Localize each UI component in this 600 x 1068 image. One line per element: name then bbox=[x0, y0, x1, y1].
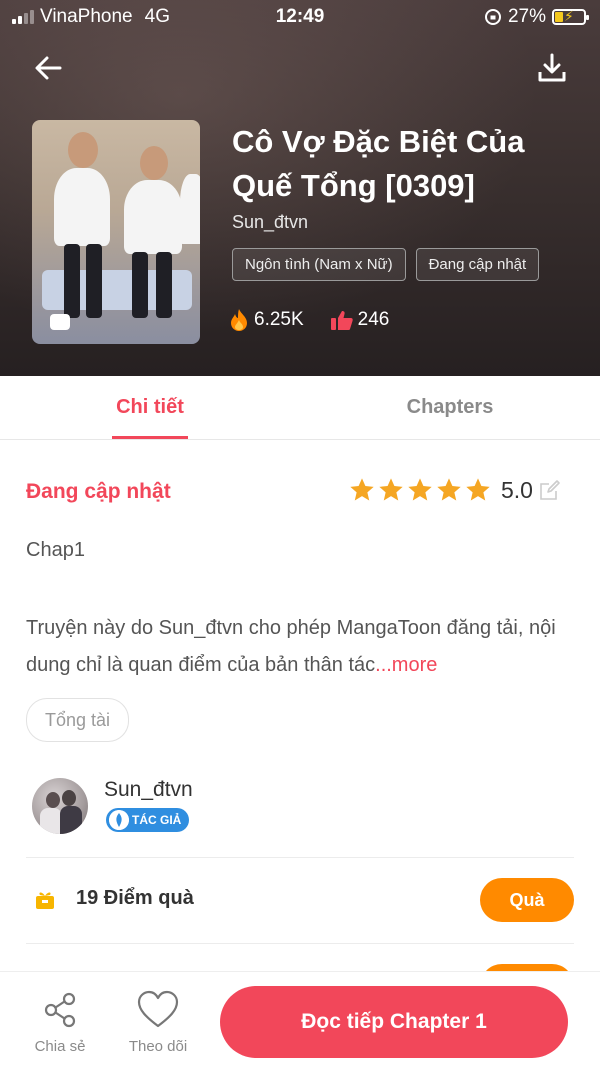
gift-row: 19 Điểm quà Quà bbox=[26, 876, 574, 924]
tag-list: Ngôn tình (Nam x Nữ) Đang cập nhật bbox=[232, 248, 540, 281]
publication-status: Đang cập nhật bbox=[26, 480, 171, 503]
tab-bar: Chi tiết Chapters bbox=[0, 376, 600, 440]
author-row[interactable]: Sun_đtvn TÁC GIẢ bbox=[32, 776, 572, 836]
status-right: 27% ⚡ bbox=[484, 6, 589, 28]
stats-row: 6.25K 246 bbox=[228, 308, 415, 332]
status-tag[interactable]: Đang cập nhật bbox=[415, 248, 540, 281]
edit-icon[interactable] bbox=[539, 479, 561, 501]
star-icon bbox=[437, 478, 461, 501]
continue-reading-button[interactable]: Đọc tiếp Chapter 1 bbox=[220, 986, 568, 1058]
bottom-action-bar: Chia sẻ Theo dõi Đọc tiếp Chapter 1 bbox=[0, 971, 600, 1068]
status-bar: VinaPhone 4G 12:49 27% ⚡ bbox=[0, 0, 600, 34]
tab-indicator bbox=[112, 436, 188, 439]
description-text: Truyện này do Sun_đtvn cho phép MangaToo… bbox=[26, 617, 556, 676]
battery-percent: 27% bbox=[507, 6, 546, 27]
share-icon bbox=[44, 992, 76, 1028]
author-label: Sun_đtvn bbox=[104, 778, 193, 801]
divider bbox=[26, 857, 574, 858]
tab-details-label: Chi tiết bbox=[116, 396, 184, 418]
heart-icon bbox=[137, 990, 179, 1028]
follow-label: Theo dõi bbox=[128, 1038, 188, 1055]
share-label: Chia sẻ bbox=[34, 1038, 86, 1055]
share-button[interactable]: Chia sẻ bbox=[20, 990, 100, 1055]
author-badge: TÁC GIẢ bbox=[106, 808, 190, 832]
cover-image[interactable] bbox=[32, 120, 200, 344]
latest-chapter: Chap1 bbox=[26, 539, 85, 561]
author-name[interactable]: Sun_đtvn bbox=[232, 212, 308, 233]
rating-value: 5.0 bbox=[501, 476, 533, 503]
description[interactable]: Truyện này do Sun_đtvn cho phép MangaToo… bbox=[26, 610, 576, 684]
download-icon[interactable] bbox=[534, 50, 570, 86]
tab-details[interactable]: Chi tiết bbox=[0, 376, 300, 439]
star-icon bbox=[466, 478, 490, 501]
quill-icon bbox=[109, 810, 129, 830]
fire-icon bbox=[231, 309, 247, 331]
views-stat: 6.25K bbox=[228, 308, 304, 332]
hero-header: VinaPhone 4G 12:49 27% ⚡ Cô Vợ Đặc Biệt … bbox=[0, 0, 600, 376]
thumbs-up-icon bbox=[330, 311, 353, 330]
likes-stat: 246 bbox=[330, 309, 390, 331]
star-icon bbox=[379, 478, 403, 501]
divider bbox=[26, 943, 574, 944]
rating[interactable]: 5.0 bbox=[348, 476, 561, 504]
tab-chapters-label: Chapters bbox=[406, 396, 494, 418]
likes-count: 246 bbox=[357, 309, 390, 330]
genre-chip[interactable]: Tổng tài bbox=[26, 698, 130, 742]
genre-tag[interactable]: Ngôn tình (Nam x Nữ) bbox=[232, 248, 406, 281]
more-link[interactable]: ...more bbox=[375, 654, 437, 676]
star-icon bbox=[350, 478, 374, 501]
comic-title: Cô Vợ Đặc Biệt Của Quế Tổng [0309] bbox=[232, 124, 525, 203]
comment-icon bbox=[50, 314, 70, 330]
star-icon bbox=[408, 478, 432, 501]
orientation-lock-icon bbox=[484, 9, 501, 25]
gift-button[interactable]: Quà bbox=[480, 878, 574, 922]
battery-icon: ⚡ bbox=[552, 8, 589, 25]
tab-chapters[interactable]: Chapters bbox=[300, 376, 600, 439]
author-badge-label: TÁC GIẢ bbox=[132, 813, 182, 827]
gift-points: 19 Điểm quà bbox=[76, 887, 194, 909]
follow-button[interactable]: Theo dõi bbox=[118, 990, 198, 1055]
gift-icon bbox=[36, 892, 54, 909]
back-icon[interactable] bbox=[30, 50, 66, 86]
avatar[interactable] bbox=[32, 778, 88, 834]
views-count: 6.25K bbox=[254, 309, 304, 330]
